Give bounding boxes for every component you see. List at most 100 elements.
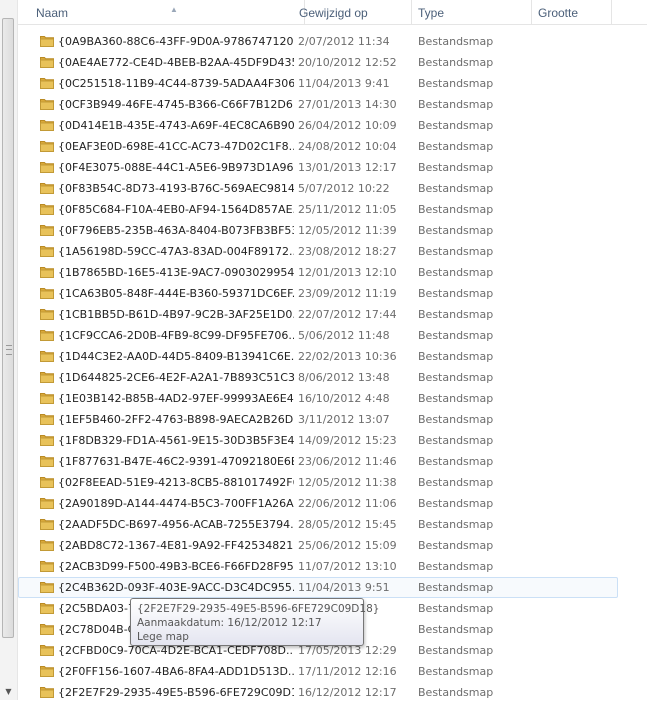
file-row[interactable]: {2A90189D-A144-4474-B5C3-700FF1A26A... 22… xyxy=(18,493,618,514)
scrollbar-thumb[interactable] xyxy=(2,18,14,638)
file-name[interactable]: {2ACB3D99-F500-49B3-BCE6-F66FD28F95... xyxy=(58,556,294,577)
file-type: Bestandsmap xyxy=(418,665,494,678)
file-type: Bestandsmap xyxy=(418,203,494,216)
folder-icon xyxy=(40,560,54,572)
folder-icon xyxy=(40,77,54,89)
file-row[interactable]: {1A56198D-59CC-47A3-83AD-004F89172... 23/… xyxy=(18,241,618,262)
file-row[interactable]: {1CA63B05-848F-444E-B360-59371DC6EF... 23… xyxy=(18,283,618,304)
file-modified-date: 11/04/2013 9:51 xyxy=(298,581,390,594)
file-row[interactable]: {2AADF5DC-B697-4956-ACAB-7255E3794... 28/… xyxy=(18,514,618,535)
file-name[interactable]: {0CF3B949-46FE-4745-B366-C66F7B12D6... xyxy=(58,94,294,115)
file-name[interactable]: {2AADF5DC-B697-4956-ACAB-7255E3794... xyxy=(58,514,294,535)
file-modified-date: 11/07/2012 13:10 xyxy=(298,560,397,573)
file-row[interactable]: {0CF3B949-46FE-4745-B366-C66F7B12D6... 27… xyxy=(18,94,618,115)
file-row[interactable]: {2ABD8C72-1367-4E81-9A92-FF42534821... 25… xyxy=(18,535,618,556)
scroll-down-arrow-icon[interactable]: ▼ xyxy=(3,686,14,697)
file-row[interactable]: {1E03B142-B85B-4AD2-97EF-99993AE6E4... 16… xyxy=(18,388,618,409)
file-type: Bestandsmap xyxy=(418,266,494,279)
file-row[interactable]: {1CF9CCA6-2D0B-4FB9-8C99-DF95FE706... 5/0… xyxy=(18,325,618,346)
file-name[interactable]: {2A90189D-A144-4474-B5C3-700FF1A26A... xyxy=(58,493,294,514)
file-name[interactable]: {0D414E1B-435E-4743-A69F-4EC8CA6B90... xyxy=(58,115,294,136)
file-row[interactable]: {0C251518-11B9-4C44-8739-5ADAA4F306... 11… xyxy=(18,73,618,94)
file-row[interactable]: {2ACB3D99-F500-49B3-BCE6-F66FD28F95... 11… xyxy=(18,556,618,577)
file-type: Bestandsmap xyxy=(418,350,494,363)
file-modified-date: 26/04/2012 10:09 xyxy=(298,119,397,132)
file-modified-date: 27/01/2013 14:30 xyxy=(298,98,397,111)
column-header-name[interactable]: Naam ▲ xyxy=(30,0,305,24)
file-row[interactable]: {0F83B54C-8D73-4193-B76C-569AEC9814... 5/… xyxy=(18,178,618,199)
file-type: Bestandsmap xyxy=(418,539,494,552)
file-type: Bestandsmap xyxy=(418,161,494,174)
file-row[interactable]: {0A9BA360-88C6-43FF-9D0A-9786747120... 2/… xyxy=(18,31,618,52)
column-header-size-label: Grootte xyxy=(538,6,579,20)
folder-icon xyxy=(40,434,54,446)
file-name[interactable]: {1F877631-B47E-46C2-9391-47092180E6EF} xyxy=(58,451,294,472)
file-name[interactable]: {0C251518-11B9-4C44-8739-5ADAA4F306... xyxy=(58,73,294,94)
file-type: Bestandsmap xyxy=(418,224,494,237)
file-type: Bestandsmap xyxy=(418,623,494,636)
folder-icon xyxy=(40,98,54,110)
file-type: Bestandsmap xyxy=(418,308,494,321)
file-modified-date: 25/06/2012 15:09 xyxy=(298,539,397,552)
column-header-modified-label: Gewijzigd op xyxy=(299,6,368,20)
file-name[interactable]: {1EF5B460-2FF2-4763-B898-9AECA2B26D... xyxy=(58,409,294,430)
file-name[interactable]: {0F85C684-F10A-4EB0-AF94-1564D857AE... xyxy=(58,199,294,220)
file-row[interactable]: {2F0FF156-1607-4BA6-8FA4-ADD1D513D... 17/… xyxy=(18,661,618,682)
file-row[interactable]: {1CB1BB5D-B61D-4B97-9C2B-3AF25E1D0... 22/… xyxy=(18,304,618,325)
file-row[interactable]: {1D44C3E2-AA0D-44D5-8409-B13941C6E... 22/… xyxy=(18,346,618,367)
file-modified-date: 22/02/2013 10:36 xyxy=(298,350,397,363)
file-name[interactable]: {02F8EEAD-51E9-4213-8CB5-881017492F6... xyxy=(58,472,294,493)
file-modified-date: 11/04/2013 9:41 xyxy=(298,77,390,90)
column-header-type[interactable]: Type xyxy=(412,0,532,24)
file-modified-date: 2/07/2012 11:34 xyxy=(298,35,390,48)
folder-icon xyxy=(40,413,54,425)
file-name[interactable]: {1CF9CCA6-2D0B-4FB9-8C99-DF95FE706... xyxy=(58,325,294,346)
file-row[interactable]: {0F4E3075-088E-44C1-A5E6-9B973D1A96... 13… xyxy=(18,157,618,178)
folder-icon xyxy=(40,287,54,299)
file-name[interactable]: {1D44C3E2-AA0D-44D5-8409-B13941C6E... xyxy=(58,346,294,367)
file-name[interactable]: {2ABD8C72-1367-4E81-9A92-FF42534821... xyxy=(58,535,294,556)
file-row[interactable]: {0AE4AE772-CE4D-4BEB-B2AA-45DF9D435... 20… xyxy=(18,52,618,73)
file-row[interactable]: {0F85C684-F10A-4EB0-AF94-1564D857AE... 25… xyxy=(18,199,618,220)
file-name[interactable]: {0EAF3E0D-698E-41CC-AC73-47D02C1F8... xyxy=(58,136,294,157)
file-modified-date: 25/11/2012 11:05 xyxy=(298,203,397,216)
file-name[interactable]: {0F796EB5-235B-463A-8404-B073FB3BF53... xyxy=(58,220,294,241)
file-name[interactable]: {1E03B142-B85B-4AD2-97EF-99993AE6E4... xyxy=(58,388,294,409)
file-type: Bestandsmap xyxy=(418,56,494,69)
folder-icon xyxy=(40,602,54,614)
file-row[interactable]: {1B7865BD-16E5-413E-9AC7-0903029954... 12… xyxy=(18,262,618,283)
file-row[interactable]: {0EAF3E0D-698E-41CC-AC73-47D02C1F8... 24/… xyxy=(18,136,618,157)
file-name[interactable]: {1B7865BD-16E5-413E-9AC7-0903029954... xyxy=(58,262,294,283)
file-type: Bestandsmap xyxy=(418,392,494,405)
file-name[interactable]: {0A9BA360-88C6-43FF-9D0A-9786747120... xyxy=(58,31,294,52)
scrollbar-grip-icon xyxy=(6,345,12,355)
folder-icon xyxy=(40,119,54,131)
folder-icon xyxy=(40,455,54,467)
file-name[interactable]: {0F83B54C-8D73-4193-B76C-569AEC9814... xyxy=(58,178,294,199)
file-name[interactable]: {2C4B362D-093F-403E-9ACC-D3C4DC955... xyxy=(58,577,294,598)
file-row[interactable]: {1D644825-2CE6-4E2F-A2A1-7B893C51C3... 8/… xyxy=(18,367,618,388)
file-type: Bestandsmap xyxy=(418,245,494,258)
file-modified-date: 17/11/2012 12:16 xyxy=(298,665,397,678)
file-name[interactable]: {1D644825-2CE6-4E2F-A2A1-7B893C51C3... xyxy=(58,367,294,388)
file-row[interactable]: {2C4B362D-093F-403E-9ACC-D3C4DC955... 11/… xyxy=(18,577,618,598)
file-name[interactable]: {0AE4AE772-CE4D-4BEB-B2AA-45DF9D435... xyxy=(58,52,294,73)
folder-icon xyxy=(40,623,54,635)
vertical-scrollbar[interactable]: ▼ xyxy=(0,0,18,700)
file-name[interactable]: {0F4E3075-088E-44C1-A5E6-9B973D1A96... xyxy=(58,157,294,178)
file-row[interactable]: {1F8DB329-FD1A-4561-9E15-30D3B5F3E4... 14… xyxy=(18,430,618,451)
column-header-size[interactable]: Grootte xyxy=(532,0,612,24)
column-header-modified[interactable]: Gewijzigd op xyxy=(293,0,412,24)
file-row[interactable]: {0D414E1B-435E-4743-A69F-4EC8CA6B90... 26… xyxy=(18,115,618,136)
file-row[interactable]: {1EF5B460-2FF2-4763-B898-9AECA2B26D... 3/… xyxy=(18,409,618,430)
file-name[interactable]: {1CA63B05-848F-444E-B360-59371DC6EF... xyxy=(58,283,294,304)
file-name[interactable]: {2F0FF156-1607-4BA6-8FA4-ADD1D513D... xyxy=(58,661,294,682)
file-row[interactable]: {1F877631-B47E-46C2-9391-47092180E6EF} 23… xyxy=(18,451,618,472)
file-name[interactable]: {1CB1BB5D-B61D-4B97-9C2B-3AF25E1D0... xyxy=(58,304,294,325)
file-name[interactable]: {1F8DB329-FD1A-4561-9E15-30D3B5F3E4... xyxy=(58,430,294,451)
file-row[interactable]: {02F8EEAD-51E9-4213-8CB5-881017492F6... 1… xyxy=(18,472,618,493)
file-row[interactable]: {0F796EB5-235B-463A-8404-B073FB3BF53... 1… xyxy=(18,220,618,241)
file-name[interactable]: {1A56198D-59CC-47A3-83AD-004F89172... xyxy=(58,241,294,262)
file-modified-date: 24/08/2012 10:04 xyxy=(298,140,397,153)
folder-icon xyxy=(40,329,54,341)
